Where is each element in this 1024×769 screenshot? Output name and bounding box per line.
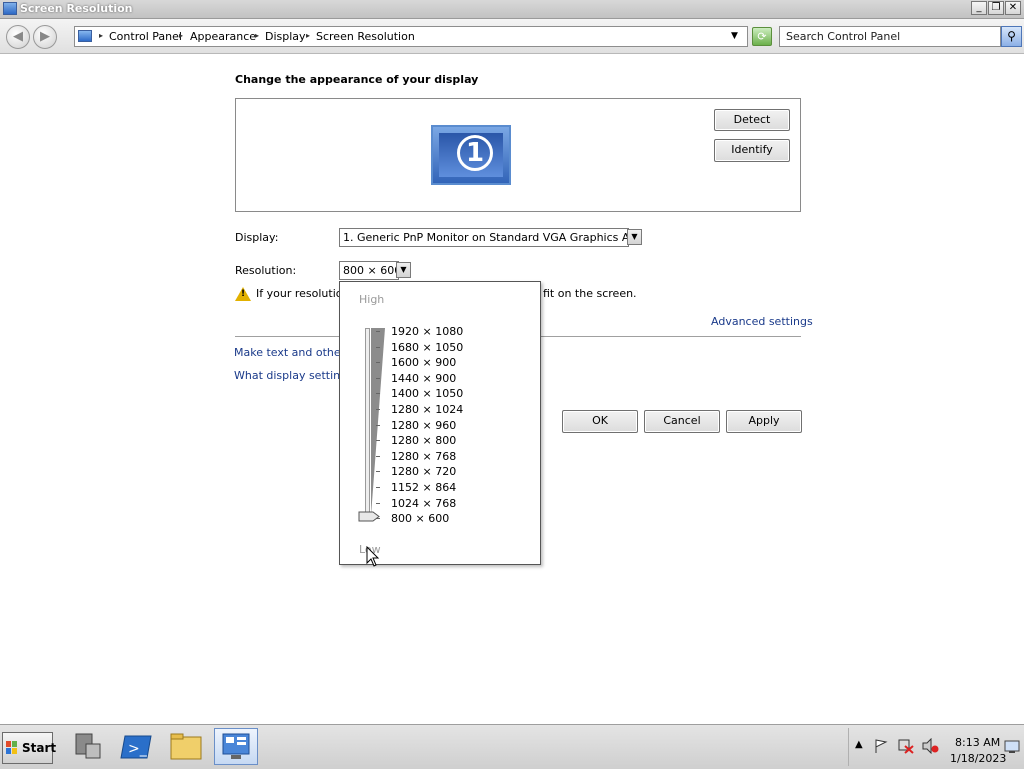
navigation-bar: ◀ ▶ ▸ Control Panel ▸ Appearance ▸ Displ… (0, 19, 1024, 54)
chevron-right-icon[interactable]: ▸ (179, 31, 183, 40)
breadcrumb-control-panel[interactable]: Control Panel (109, 30, 182, 43)
breadcrumb-screen-resolution[interactable]: Screen Resolution (316, 30, 415, 43)
refresh-button[interactable]: ⟳ (752, 27, 772, 46)
chevron-right-icon[interactable]: ▸ (255, 31, 259, 40)
resolution-option[interactable]: 1152 × 864 (391, 481, 456, 494)
slider-tick (376, 409, 380, 410)
identify-button[interactable]: Identify (714, 139, 790, 162)
search-icon: ⚲ (1007, 29, 1016, 43)
chevron-down-icon[interactable]: ▼ (731, 31, 738, 41)
resolution-dropdown[interactable]: High 1920 × 1080 1680 × 1050 1600 × 900 144… (339, 281, 541, 565)
resolution-option[interactable]: 1280 × 720 (391, 465, 456, 478)
show-desktop-icon[interactable] (1004, 740, 1020, 754)
slider-tick (376, 346, 380, 348)
page-heading: Change the appearance of your display (235, 73, 479, 86)
resolution-option[interactable]: 1440 × 900 (391, 372, 456, 385)
screen-resolution-app-icon (3, 2, 17, 15)
slider-tick (376, 455, 380, 457)
slider-tick (376, 362, 380, 364)
restore-button[interactable]: ❐ (988, 1, 1004, 15)
warning-text: If your resolutio (256, 287, 343, 300)
slider-tick (376, 424, 380, 426)
slider-tick (376, 471, 380, 473)
close-button[interactable]: ✕ (1005, 1, 1021, 15)
minimize-button[interactable]: _ (971, 1, 987, 15)
slider-high-label: High (359, 293, 385, 306)
slider-tick (376, 440, 380, 442)
slider-tick (376, 487, 380, 488)
warning-text-end: fit on the screen. (543, 287, 637, 300)
resolution-slider-track[interactable] (365, 328, 370, 516)
chevron-down-icon[interactable]: ▼ (396, 262, 411, 278)
monitor-screen: 1 (439, 133, 503, 177)
refresh-icon: ⟳ (757, 30, 767, 43)
system-tray: ▲ 8:13 AM 1/18/2023 (848, 728, 1023, 766)
search-input[interactable]: Search Control Panel (779, 26, 1001, 47)
display-settings-help-link[interactable]: What display settings (234, 369, 353, 382)
svg-text:>_: >_ (128, 741, 148, 757)
server-manager-icon[interactable] (66, 728, 110, 765)
warning-exclamation: ! (241, 289, 246, 299)
breadcrumb-appearance[interactable]: Appearance (190, 30, 256, 43)
apply-button[interactable]: Apply (726, 410, 802, 433)
windows-logo-icon (6, 741, 17, 754)
ok-button[interactable]: OK (562, 410, 638, 433)
mouse-cursor-icon (366, 546, 380, 567)
powershell-icon[interactable]: >_ (115, 728, 159, 765)
forward-button[interactable]: ▶ (33, 25, 57, 49)
resolution-label: Resolution: (235, 264, 297, 277)
action-center-flag-icon[interactable] (873, 738, 889, 754)
resolution-option[interactable]: 1400 × 1050 (391, 387, 463, 400)
control-panel-taskbar-icon[interactable] (214, 728, 258, 765)
text-size-link[interactable]: Make text and other i (234, 346, 352, 359)
resolution-option[interactable]: 1024 × 768 (391, 497, 456, 510)
volume-muted-icon[interactable] (921, 738, 939, 754)
resolution-option[interactable]: 1280 × 800 (391, 434, 456, 447)
taskbar: Start >_ ▲ 8:13 AM 1/18/2023 (0, 724, 1024, 769)
clock-date[interactable]: 1/18/2023 (950, 752, 1006, 765)
chevron-down-icon[interactable]: ▼ (627, 229, 642, 245)
slider-tick (376, 393, 380, 395)
cancel-button[interactable]: Cancel (644, 410, 720, 433)
slider-tick (376, 377, 380, 379)
window-title: Screen Resolution (20, 2, 133, 15)
show-hidden-icons-icon[interactable]: ▲ (855, 739, 863, 750)
resolution-option[interactable]: 1280 × 768 (391, 450, 456, 463)
start-label: Start (22, 741, 57, 755)
chevron-right-icon[interactable]: ▸ (306, 31, 310, 40)
address-bar[interactable]: ▸ Control Panel ▸ Appearance ▸ Display ▸… (74, 26, 748, 47)
search-button[interactable]: ⚲ (1001, 26, 1022, 47)
network-disconnected-icon[interactable] (897, 738, 915, 754)
back-button[interactable]: ◀ (6, 25, 30, 49)
resolution-option[interactable]: 1280 × 1024 (391, 403, 463, 416)
control-panel-icon (78, 30, 92, 42)
monitor-preview-panel: 1 Detect Identify (235, 98, 801, 212)
monitor-number: 1 (457, 135, 493, 171)
resolution-option[interactable]: 1920 × 1080 (391, 325, 463, 338)
resolution-option[interactable]: 1600 × 900 (391, 356, 456, 369)
monitor-1-icon[interactable]: 1 (431, 125, 511, 185)
detect-button[interactable]: Detect (714, 109, 790, 131)
slider-tick (376, 331, 380, 332)
resolution-option[interactable]: 800 × 600 (391, 512, 449, 525)
display-label: Display: (235, 231, 279, 244)
resolution-option[interactable]: 1280 × 960 (391, 419, 456, 432)
slider-thumb[interactable] (358, 511, 380, 522)
slider-tick (376, 502, 380, 504)
title-bar: Screen Resolution _ ❐ ✕ (0, 0, 1024, 19)
display-select[interactable]: 1. Generic PnP Monitor on Standard VGA G… (339, 228, 629, 247)
breadcrumb-display[interactable]: Display (265, 30, 306, 43)
chevron-right-icon[interactable]: ▸ (99, 31, 103, 40)
clock-time[interactable]: 8:13 AM (955, 736, 1000, 749)
resolution-option[interactable]: 1680 × 1050 (391, 341, 463, 354)
resolution-select[interactable]: 800 × 600 (339, 261, 399, 280)
advanced-settings-link[interactable]: Advanced settings (711, 315, 813, 328)
file-explorer-icon[interactable] (164, 728, 208, 765)
start-button[interactable]: Start (2, 732, 57, 764)
